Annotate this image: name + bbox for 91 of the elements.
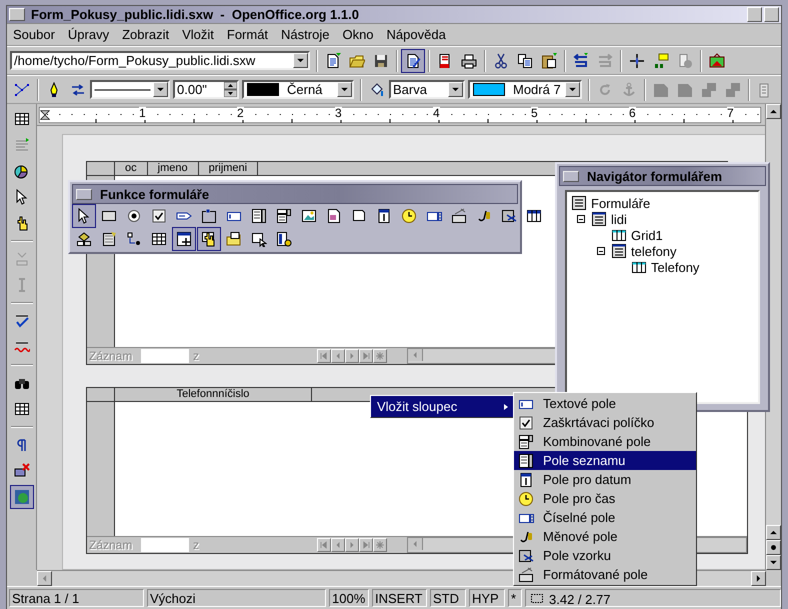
status-field: INSERT xyxy=(372,589,427,607)
menu-item[interactable]: Zobrazit xyxy=(122,27,170,42)
record-label: Záznam xyxy=(88,538,134,552)
hand-cursor-icon[interactable] xyxy=(197,226,221,250)
menu-item[interactable]: Pole seznamu xyxy=(514,451,696,470)
panel-title: Navigátor formulářem xyxy=(586,168,722,184)
expander-icon[interactable] xyxy=(597,247,605,255)
url-field[interactable]: /home/tycho/Form_Pokusy_public.lidi.sxw xyxy=(10,51,310,70)
combo-box-icon xyxy=(518,434,534,450)
menu-item[interactable]: Soubor xyxy=(13,27,55,42)
submenu-arrow-icon xyxy=(502,402,510,410)
minimize-button[interactable] xyxy=(747,7,762,22)
tree-item[interactable]: telefony xyxy=(631,244,677,258)
menu-item[interactable]: Měnové pole xyxy=(514,527,696,546)
tree-item[interactable]: Formuláře xyxy=(591,196,650,210)
menu-item[interactable]: Číselné pole xyxy=(514,508,696,527)
record-number-field[interactable] xyxy=(141,538,189,552)
menu-item[interactable]: Formátované pole xyxy=(514,565,696,584)
status-position-field: 3.42 / 2.77 xyxy=(525,589,781,607)
pointer-icon[interactable] xyxy=(72,204,96,228)
clock-icon xyxy=(518,490,534,506)
design-mode-icon[interactable] xyxy=(172,226,196,250)
first-record-icon[interactable] xyxy=(317,349,331,363)
ruler-number: 1 xyxy=(139,107,146,120)
ruler-number: 7 xyxy=(727,107,734,120)
window-menu-button[interactable] xyxy=(76,188,92,200)
new-record-icon[interactable] xyxy=(373,349,387,363)
record-count-label: z xyxy=(192,349,200,363)
menu-item[interactable]: Kombinované pole xyxy=(514,432,696,451)
menu-item[interactable]: Formát xyxy=(226,27,268,42)
menu-item[interactable]: Vložit xyxy=(182,27,214,42)
column-header[interactable]: oc xyxy=(115,162,148,175)
status-field: HYP xyxy=(469,589,505,607)
status-field: 100% xyxy=(329,589,369,607)
status-field: Výchozi xyxy=(147,589,326,607)
line-style-dropdown[interactable] xyxy=(90,80,170,99)
new-record-icon[interactable] xyxy=(373,538,387,552)
grid-icon xyxy=(631,259,647,275)
last-record-icon[interactable] xyxy=(359,349,373,363)
column-header[interactable]: jmeno xyxy=(148,162,199,175)
form-icon xyxy=(611,243,627,259)
record-label: Záznam xyxy=(88,349,134,363)
status-field: * xyxy=(508,589,522,607)
list-box-icon xyxy=(518,452,534,468)
ruler-number: 4 xyxy=(433,107,440,120)
first-record-icon[interactable] xyxy=(317,538,331,552)
next-record-icon[interactable] xyxy=(345,538,359,552)
menu-item[interactable]: Pole pro datum xyxy=(514,470,696,489)
color-dropdown[interactable]: Modrá 7 xyxy=(468,80,582,99)
menu-item[interactable]: Nástroje xyxy=(281,27,330,42)
menu-item[interactable]: Okno xyxy=(342,27,374,42)
record-number-field[interactable] xyxy=(141,349,189,363)
online-layout-icon[interactable] xyxy=(10,485,34,509)
tree-item[interactable]: Telefony xyxy=(651,260,700,274)
calendar-icon xyxy=(518,472,534,488)
area-style-dropdown[interactable]: Barva xyxy=(389,80,465,99)
menu-item[interactable]: Vložit sloupec xyxy=(371,396,516,417)
ruler-number: 3 xyxy=(335,107,342,120)
menu-item[interactable]: Textové pole xyxy=(514,394,696,413)
column-header[interactable]: prijmeni xyxy=(198,162,258,175)
window-menu-button[interactable] xyxy=(563,170,579,182)
tree-item[interactable]: lidi xyxy=(611,212,627,226)
menu-item[interactable]: Nápověda xyxy=(386,27,446,42)
record-count-label: z xyxy=(192,538,200,552)
edit-document-icon[interactable] xyxy=(401,48,425,72)
menu-item[interactable]: Pole pro čas xyxy=(514,489,696,508)
previous-record-icon[interactable] xyxy=(331,538,345,552)
expander-icon[interactable] xyxy=(577,215,585,223)
checkbox-icon xyxy=(518,414,534,430)
ruler-number: 5 xyxy=(531,107,538,120)
ruler-number: 2 xyxy=(237,107,244,120)
line-width-field[interactable]: 0.00" xyxy=(173,80,239,99)
toolbar-title: Funkce formuláře xyxy=(99,186,210,202)
next-record-icon[interactable] xyxy=(345,349,359,363)
ruler-number: 6 xyxy=(629,107,636,120)
forms-icon xyxy=(571,195,587,211)
menu-item[interactable]: Úpravy xyxy=(68,27,110,42)
window-title: Form_Pokusy_public.lidi.sxw - OpenOffice.org 1.1.0 xyxy=(31,7,360,22)
spin-buttons[interactable] xyxy=(224,82,237,97)
status-field: Strana 1 / 1 xyxy=(9,589,144,607)
indent-marker-icon[interactable] xyxy=(40,108,50,122)
last-record-icon[interactable] xyxy=(359,538,373,552)
tree-item[interactable]: Grid1 xyxy=(631,228,663,242)
menu-item[interactable]: Pole vzorku xyxy=(514,546,696,565)
form-icon xyxy=(591,211,607,227)
menu-item[interactable]: Zaškrtávaci políčko xyxy=(514,413,696,432)
color-dropdown[interactable]: Černá xyxy=(242,80,354,99)
status-field: STD xyxy=(430,589,466,607)
previous-record-icon[interactable] xyxy=(331,349,345,363)
maximize-button[interactable] xyxy=(764,7,779,22)
grid-icon xyxy=(611,227,627,243)
